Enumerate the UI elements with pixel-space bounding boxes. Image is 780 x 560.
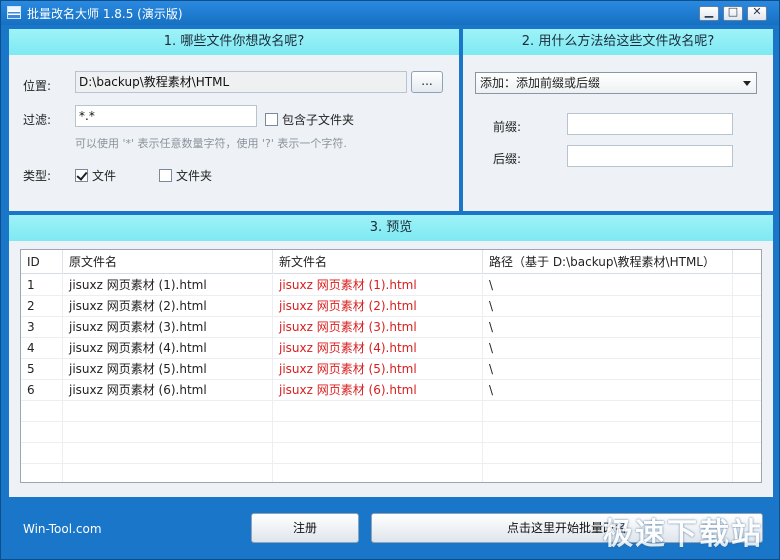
- type-file-box[interactable]: [75, 169, 88, 182]
- cell-id: 2: [21, 296, 63, 317]
- cell-original: [63, 422, 273, 443]
- window-title: 批量改名大师 1.8.5 (演示版): [27, 7, 183, 21]
- cell-original: [63, 464, 273, 482]
- type-folder-label: 文件夹: [176, 169, 213, 183]
- cell-original: [63, 443, 273, 464]
- include-subfolders-checkbox[interactable]: 包含子文件夹: [265, 111, 354, 128]
- cell-id: [21, 464, 63, 482]
- prefix-label: 前缀:: [493, 120, 522, 134]
- cell-id: 4: [21, 338, 63, 359]
- cell-id: [21, 443, 63, 464]
- table-row[interactable]: 1 jisuxz 网页素材 (1).html jisuxz 网页素材 (1).htm…: [21, 275, 761, 296]
- cell-path: [483, 464, 733, 482]
- table-row: [21, 401, 761, 422]
- cell-new: jisuxz 网页素材 (4).html: [273, 338, 483, 359]
- column-header-new[interactable]: 新文件名: [273, 250, 483, 274]
- cell-path: \: [483, 296, 733, 317]
- location-label: 位置:: [23, 79, 52, 93]
- cell-path: [483, 422, 733, 443]
- table-row: [21, 422, 761, 443]
- minimize-button[interactable]: ▁: [699, 5, 719, 21]
- type-folder-box[interactable]: [159, 169, 172, 182]
- cell-original: [63, 401, 273, 422]
- filter-input[interactable]: *.*: [75, 105, 257, 127]
- method-selected-value: 添加：添加前缀或后缀: [480, 76, 601, 90]
- chevron-down-icon: [743, 81, 751, 86]
- suffix-label: 后缀:: [493, 152, 522, 166]
- include-subfolders-label: 包含子文件夹: [282, 113, 355, 127]
- cell-new: [273, 422, 483, 443]
- file-selection-panel: 1. 哪些文件你想改名呢? 位置: D:\backup\教程素材\HTML ..…: [9, 29, 459, 211]
- cell-original: jisuxz 网页素材 (4).html: [63, 338, 273, 359]
- cell-original: jisuxz 网页素材 (1).html: [63, 275, 273, 296]
- cell-new: jisuxz 网页素材 (6).html: [273, 380, 483, 401]
- cell-original: jisuxz 网页素材 (6).html: [63, 380, 273, 401]
- cell-new: [273, 464, 483, 482]
- cell-id: 1: [21, 275, 63, 296]
- cell-id: [21, 422, 63, 443]
- footer-bar: Win-Tool.com 注册 点击这里开始批量改名 极速下载站: [1, 501, 779, 559]
- type-label: 类型:: [23, 169, 52, 183]
- title-bar[interactable]: 批量改名大师 1.8.5 (演示版) ▁ □ ✕: [1, 1, 779, 25]
- method-dropdown[interactable]: 添加：添加前缀或后缀: [475, 72, 757, 94]
- column-header-path[interactable]: 路径（基于 D:\backup\教程素材\HTML）: [483, 250, 733, 274]
- cell-path: \: [483, 359, 733, 380]
- cell-original: jisuxz 网页素材 (5).html: [63, 359, 273, 380]
- cell-path: \: [483, 317, 733, 338]
- table-row[interactable]: 5 jisuxz 网页素材 (5).html jisuxz 网页素材 (5).htm…: [21, 359, 761, 380]
- register-button[interactable]: 注册: [251, 513, 359, 543]
- cell-new: jisuxz 网页素材 (3).html: [273, 317, 483, 338]
- prefix-input[interactable]: [567, 113, 733, 135]
- include-subfolders-box[interactable]: [265, 113, 278, 126]
- cell-id: 3: [21, 317, 63, 338]
- cell-original: jisuxz 网页素材 (2).html: [63, 296, 273, 317]
- minimize-icon: ▁: [704, 5, 714, 18]
- section1-header: 1. 哪些文件你想改名呢?: [9, 29, 459, 55]
- column-header-id[interactable]: ID: [21, 250, 63, 274]
- rename-method-panel: 2. 用什么方法给这些文件改名呢? 添加：添加前缀或后缀 前缀: 后缀:: [463, 29, 773, 211]
- watermark: 极速下载站: [603, 517, 763, 552]
- cell-path: [483, 401, 733, 422]
- maximize-button[interactable]: □: [723, 5, 743, 21]
- table-row[interactable]: 2 jisuxz 网页素材 (2).html jisuxz 网页素材 (2).htm…: [21, 296, 761, 317]
- cell-new: jisuxz 网页素材 (5).html: [273, 359, 483, 380]
- cell-id: [21, 401, 63, 422]
- cell-new: jisuxz 网页素材 (1).html: [273, 275, 483, 296]
- cell-path: \: [483, 275, 733, 296]
- table-header: ID 原文件名 新文件名 路径（基于 D:\backup\教程素材\HTML）: [21, 250, 761, 274]
- table-row[interactable]: 3 jisuxz 网页素材 (3).html jisuxz 网页素材 (3).htm…: [21, 317, 761, 338]
- site-link[interactable]: Win-Tool.com: [23, 522, 102, 536]
- close-icon: ✕: [752, 5, 762, 18]
- cell-path: \: [483, 380, 733, 401]
- cell-path: \: [483, 338, 733, 359]
- type-folder-checkbox[interactable]: 文件夹: [159, 167, 212, 184]
- type-file-checkbox[interactable]: 文件: [75, 167, 116, 184]
- browse-button[interactable]: ...: [411, 71, 443, 93]
- cell-id: 6: [21, 380, 63, 401]
- cell-id: 5: [21, 359, 63, 380]
- cell-new: [273, 443, 483, 464]
- filter-label: 过滤:: [23, 113, 52, 127]
- table-row: [21, 464, 761, 482]
- cell-original: jisuxz 网页素材 (3).html: [63, 317, 273, 338]
- type-file-label: 文件: [92, 169, 117, 183]
- suffix-input[interactable]: [567, 145, 733, 167]
- column-header-original[interactable]: 原文件名: [63, 250, 273, 274]
- section2-header: 2. 用什么方法给这些文件改名呢?: [463, 29, 773, 55]
- main-window: 批量改名大师 1.8.5 (演示版) ▁ □ ✕ 1. 哪些文件你想改名呢? 位…: [0, 0, 780, 560]
- filter-hint: 可以使用 '*' 表示任意数量字符，使用 '?' 表示一个字符.: [75, 137, 347, 150]
- maximize-icon: □: [727, 5, 739, 18]
- table-row[interactable]: 4 jisuxz 网页素材 (4).html jisuxz 网页素材 (4).htm…: [21, 338, 761, 359]
- app-icon: [7, 6, 21, 19]
- cell-new: jisuxz 网页素材 (2).html: [273, 296, 483, 317]
- cell-path: [483, 443, 733, 464]
- close-button[interactable]: ✕: [747, 5, 767, 21]
- table-row[interactable]: 6 jisuxz 网页素材 (6).html jisuxz 网页素材 (6).htm…: [21, 380, 761, 401]
- cell-new: [273, 401, 483, 422]
- location-field[interactable]: D:\backup\教程素材\HTML: [75, 71, 407, 93]
- section3-header: 3. 预览: [9, 215, 773, 241]
- table-row: [21, 443, 761, 464]
- preview-panel: 3. 预览 ID 原文件名 新文件名 路径（基于 D:\backup\教程素材\…: [9, 215, 773, 497]
- preview-table[interactable]: ID 原文件名 新文件名 路径（基于 D:\backup\教程素材\HTML） …: [20, 249, 762, 483]
